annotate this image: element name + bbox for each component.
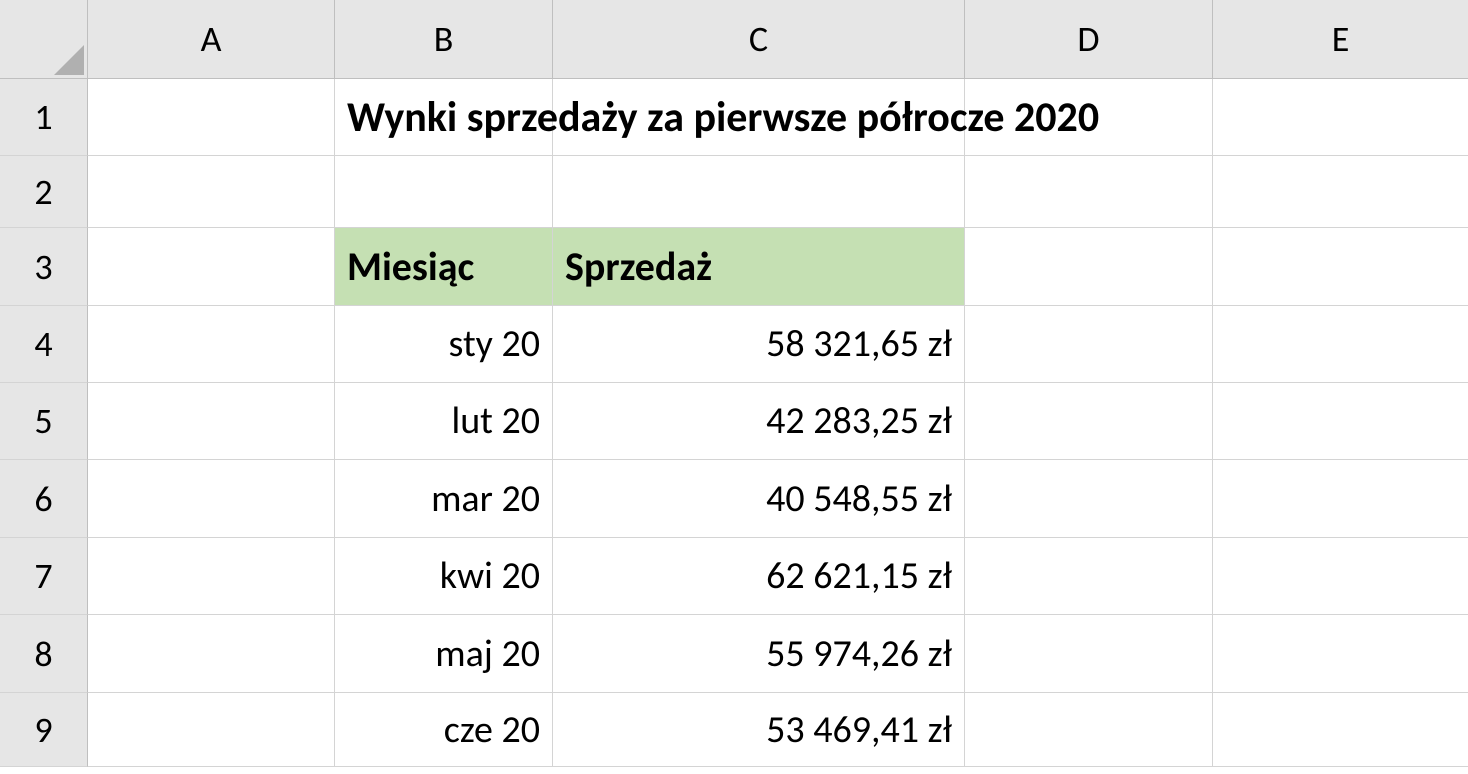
cell-A5[interactable] xyxy=(88,383,335,460)
cell-B3-header-month[interactable]: Miesiąc xyxy=(335,228,553,306)
row-header-6[interactable]: 6 xyxy=(0,460,88,538)
cell-A8[interactable] xyxy=(88,615,335,693)
cell-E1[interactable] xyxy=(1213,79,1468,156)
cell-A3[interactable] xyxy=(88,228,335,306)
cell-D5[interactable] xyxy=(965,383,1213,460)
row-header-5[interactable]: 5 xyxy=(0,383,88,460)
cell-E4[interactable] xyxy=(1213,306,1468,383)
cell-D9[interactable] xyxy=(965,693,1213,767)
cell-E5[interactable] xyxy=(1213,383,1468,460)
cell-C2[interactable] xyxy=(553,156,965,228)
cell-D3[interactable] xyxy=(965,228,1213,306)
col-header-A[interactable]: A xyxy=(88,0,335,79)
cell-B5-month[interactable]: lut 20 xyxy=(335,383,553,460)
col-header-C[interactable]: C xyxy=(553,0,965,79)
cell-B2[interactable] xyxy=(335,156,553,228)
row-header-2[interactable]: 2 xyxy=(0,156,88,228)
row-header-9[interactable]: 9 xyxy=(0,693,88,767)
spreadsheet-grid: A B C D E 1 Wynki sprzedaży za pierwsze … xyxy=(0,0,1468,774)
cell-C5-sales[interactable]: 42 283,25 zł xyxy=(553,383,965,460)
cell-D6[interactable] xyxy=(965,460,1213,538)
row-header-7[interactable]: 7 xyxy=(0,538,88,615)
cell-A4[interactable] xyxy=(88,306,335,383)
cell-C6-sales[interactable]: 40 548,55 zł xyxy=(553,460,965,538)
cell-A1[interactable] xyxy=(88,79,335,156)
cell-D7[interactable] xyxy=(965,538,1213,615)
cell-C3-header-sales[interactable]: Sprzedaż xyxy=(553,228,965,306)
cell-B8-month[interactable]: maj 20 xyxy=(335,615,553,693)
row-header-8[interactable]: 8 xyxy=(0,615,88,693)
select-all-corner[interactable] xyxy=(0,0,88,79)
cell-C4-sales[interactable]: 58 321,65 zł xyxy=(553,306,965,383)
cell-A9[interactable] xyxy=(88,693,335,767)
row-header-3[interactable]: 3 xyxy=(0,228,88,306)
cell-D4[interactable] xyxy=(965,306,1213,383)
cell-E3[interactable] xyxy=(1213,228,1468,306)
col-header-E[interactable]: E xyxy=(1213,0,1468,79)
row-header-1[interactable]: 1 xyxy=(0,79,88,156)
cell-E2[interactable] xyxy=(1213,156,1468,228)
select-all-triangle-icon xyxy=(54,45,84,75)
col-header-D[interactable]: D xyxy=(965,0,1213,79)
cell-E7[interactable] xyxy=(1213,538,1468,615)
col-header-B[interactable]: B xyxy=(335,0,553,79)
cell-B1-title[interactable]: Wynki sprzedaży za pierwsze półrocze 202… xyxy=(335,79,553,156)
cell-C9-sales[interactable]: 53 469,41 zł xyxy=(553,693,965,767)
cell-B4-month[interactable]: sty 20 xyxy=(335,306,553,383)
row-header-4[interactable]: 4 xyxy=(0,306,88,383)
cell-D2[interactable] xyxy=(965,156,1213,228)
cell-B9-month[interactable]: cze 20 xyxy=(335,693,553,767)
cell-C8-sales[interactable]: 55 974,26 zł xyxy=(553,615,965,693)
cell-B6-month[interactable]: mar 20 xyxy=(335,460,553,538)
cell-A2[interactable] xyxy=(88,156,335,228)
cell-E6[interactable] xyxy=(1213,460,1468,538)
cell-A7[interactable] xyxy=(88,538,335,615)
cell-E8[interactable] xyxy=(1213,615,1468,693)
cell-E9[interactable] xyxy=(1213,693,1468,767)
cell-A6[interactable] xyxy=(88,460,335,538)
cell-C7-sales[interactable]: 62 621,15 zł xyxy=(553,538,965,615)
cell-D8[interactable] xyxy=(965,615,1213,693)
cell-B7-month[interactable]: kwi 20 xyxy=(335,538,553,615)
